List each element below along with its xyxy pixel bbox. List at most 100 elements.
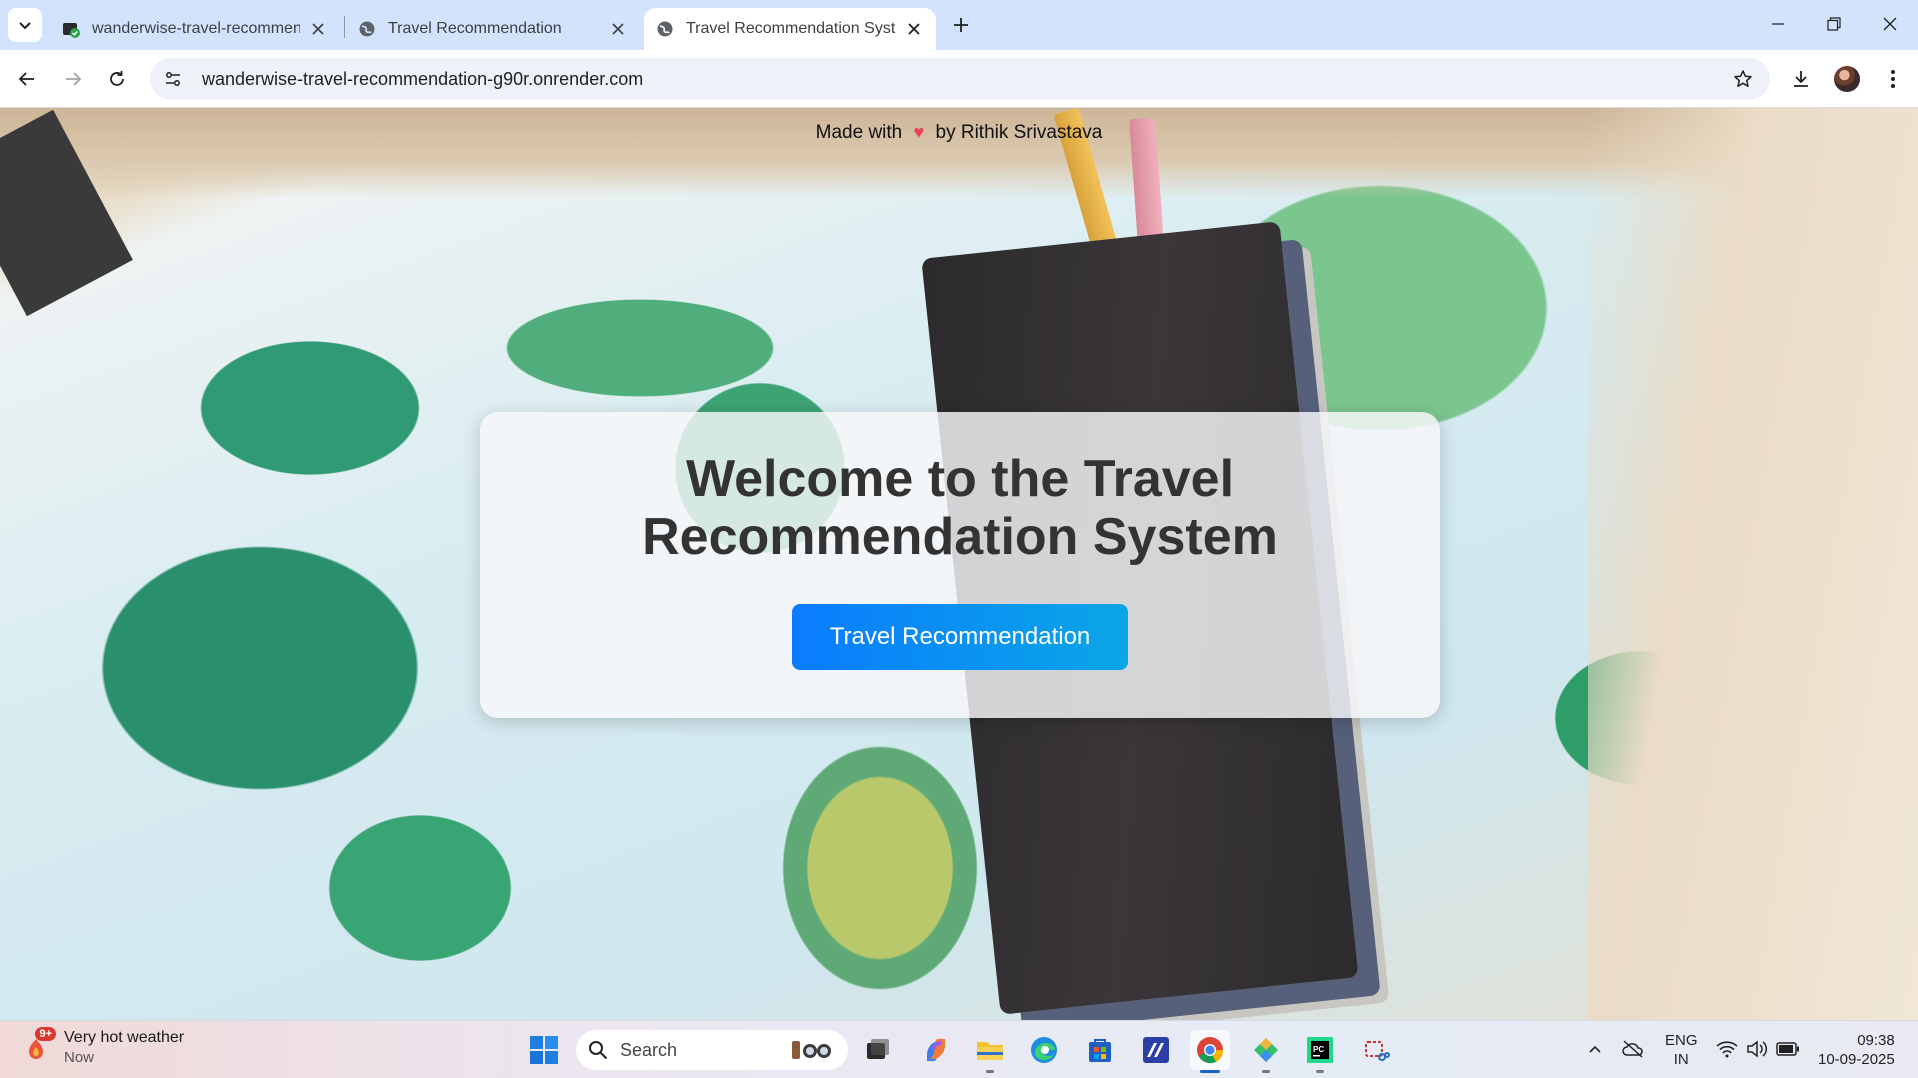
- volume-tray[interactable]: [1742, 1029, 1772, 1069]
- new-tab-button[interactable]: [946, 10, 976, 40]
- page-background: Made with ♥ by Rithik Srivastava Welcome…: [0, 108, 1918, 1020]
- menu-button[interactable]: [1876, 62, 1910, 96]
- onedrive-icon: [1622, 1040, 1643, 1058]
- tab-3-title: Travel Recommendation System: [686, 20, 896, 37]
- wifi-icon: [1716, 1041, 1738, 1058]
- minimize-button[interactable]: [1758, 6, 1798, 42]
- close-icon: [1883, 17, 1897, 31]
- site-settings-icon[interactable]: [156, 62, 190, 96]
- running-indicator: [986, 1070, 994, 1073]
- background-desk-right: [1588, 108, 1918, 1020]
- weather-badge: 9+: [35, 1026, 56, 1041]
- running-indicator: [1316, 1070, 1324, 1073]
- wifi-tray[interactable]: [1712, 1029, 1742, 1069]
- globe-icon: [657, 21, 673, 37]
- url-text[interactable]: wanderwise-travel-recommendation-g90r.on…: [202, 69, 1726, 90]
- back-icon: [18, 72, 34, 86]
- search-label: Search: [620, 1039, 678, 1060]
- chevron-down-icon: [19, 22, 31, 30]
- vscode-icon: [1143, 1037, 1169, 1063]
- store-icon: [1089, 1039, 1111, 1062]
- close-icon[interactable]: [608, 19, 628, 39]
- credit-suffix: by Rithik Srivastava: [935, 122, 1103, 143]
- address-bar[interactable]: wanderwise-travel-recommendation-g90r.on…: [150, 58, 1770, 100]
- chrome-icon: [1197, 1037, 1224, 1064]
- region-code: IN: [1673, 1051, 1689, 1068]
- snipping-tool-button[interactable]: [1356, 1030, 1396, 1070]
- file-explorer-button[interactable]: [970, 1030, 1010, 1073]
- task-view-icon: [867, 1039, 889, 1059]
- tab-search-button[interactable]: [8, 8, 42, 42]
- reload-icon: [110, 71, 124, 86]
- close-icon[interactable]: [308, 19, 328, 39]
- search-icon: [589, 1041, 608, 1060]
- browser-toolbar: wanderwise-travel-recommendation-g90r.on…: [0, 50, 1918, 108]
- credit-prefix: Made with: [815, 122, 903, 143]
- pycharm-button[interactable]: PC: [1300, 1030, 1340, 1073]
- close-window-button[interactable]: [1870, 6, 1910, 42]
- copilot-icon: [927, 1038, 945, 1062]
- svg-text:PC: PC: [1313, 1045, 1324, 1054]
- start-button[interactable]: [524, 1030, 564, 1070]
- weather-icon: 9+: [20, 1026, 56, 1065]
- tab-2-title: Travel Recommendation: [388, 20, 562, 37]
- tab-2[interactable]: Travel Recommendation: [346, 8, 640, 50]
- tab-3-active[interactable]: Travel Recommendation System: [644, 8, 936, 50]
- plus-icon: [954, 18, 968, 32]
- globe-icon: [359, 21, 375, 37]
- snipping-icon: [1365, 1041, 1390, 1061]
- favicon-icon: [63, 23, 80, 38]
- profile-button[interactable]: [1830, 62, 1864, 96]
- minimize-icon: [1772, 23, 1784, 25]
- close-icon[interactable]: [904, 19, 924, 39]
- credit-line: Made with ♥ by Rithik Srivastava: [0, 122, 1918, 144]
- taskbar-search[interactable]: Search: [576, 1030, 848, 1070]
- clock-date: 10-09-2025: [1818, 1051, 1895, 1068]
- windows-start-icon: [530, 1036, 558, 1064]
- running-indicator: [1262, 1070, 1270, 1073]
- bookmark-star-icon[interactable]: [1726, 62, 1760, 96]
- chrome-button[interactable]: [1190, 1030, 1230, 1073]
- avatar: [1834, 66, 1860, 92]
- weather-subtitle: Now: [64, 1049, 95, 1066]
- volume-icon: [1747, 1040, 1768, 1058]
- app-button[interactable]: [1246, 1030, 1286, 1073]
- battery-icon: [1776, 1042, 1799, 1056]
- welcome-heading: Welcome to the Travel Recommendation Sys…: [642, 450, 1278, 566]
- battery-tray[interactable]: [1772, 1029, 1804, 1069]
- heart-icon: ♥: [913, 122, 925, 142]
- chevron-up-icon: [1589, 1045, 1601, 1053]
- onedrive-tray[interactable]: [1618, 1029, 1648, 1069]
- edge-button[interactable]: [1024, 1030, 1064, 1070]
- weather-title: Very hot weather: [64, 1029, 185, 1046]
- search-highlight-icon: [792, 1041, 831, 1059]
- back-button[interactable]: [10, 62, 44, 96]
- tab-strip: wanderwise-travel-recommend Travel Recom…: [0, 0, 1918, 50]
- forward-icon: [66, 72, 82, 86]
- weather-widget[interactable]: 9+ Very hot weather Now: [20, 1026, 185, 1066]
- menu-icon: [1891, 70, 1895, 88]
- welcome-card: Welcome to the Travel Recommendation Sys…: [480, 412, 1440, 718]
- running-indicator: [1200, 1070, 1220, 1073]
- app-icon: [1254, 1038, 1278, 1062]
- task-view-button[interactable]: [858, 1030, 898, 1070]
- forward-button[interactable]: [56, 62, 90, 96]
- copilot-button[interactable]: [916, 1030, 956, 1070]
- language-code: ENG: [1665, 1032, 1698, 1049]
- file-explorer-icon: [977, 1042, 1003, 1060]
- tab-1-title: wanderwise-travel-recommend: [92, 20, 300, 37]
- downloads-button[interactable]: [1784, 62, 1818, 96]
- restore-button[interactable]: [1814, 6, 1854, 42]
- show-hidden-icons[interactable]: [1580, 1029, 1610, 1069]
- language-indicator[interactable]: ENG IN: [1665, 1031, 1698, 1069]
- restore-icon: [1827, 17, 1841, 31]
- pycharm-icon: PC: [1307, 1037, 1333, 1063]
- system-clock[interactable]: 09:38 10-09-2025: [1818, 1031, 1895, 1069]
- travel-recommendation-button[interactable]: Travel Recommendation: [792, 604, 1128, 670]
- taskbar: 9+ Very hot weather Now Search PC ENG IN…: [0, 1020, 1918, 1078]
- tab-1[interactable]: wanderwise-travel-recommend: [50, 8, 340, 50]
- reload-button[interactable]: [100, 62, 134, 96]
- vscode-button[interactable]: [1136, 1030, 1176, 1070]
- tab-separator: [344, 16, 345, 38]
- store-button[interactable]: [1080, 1030, 1120, 1070]
